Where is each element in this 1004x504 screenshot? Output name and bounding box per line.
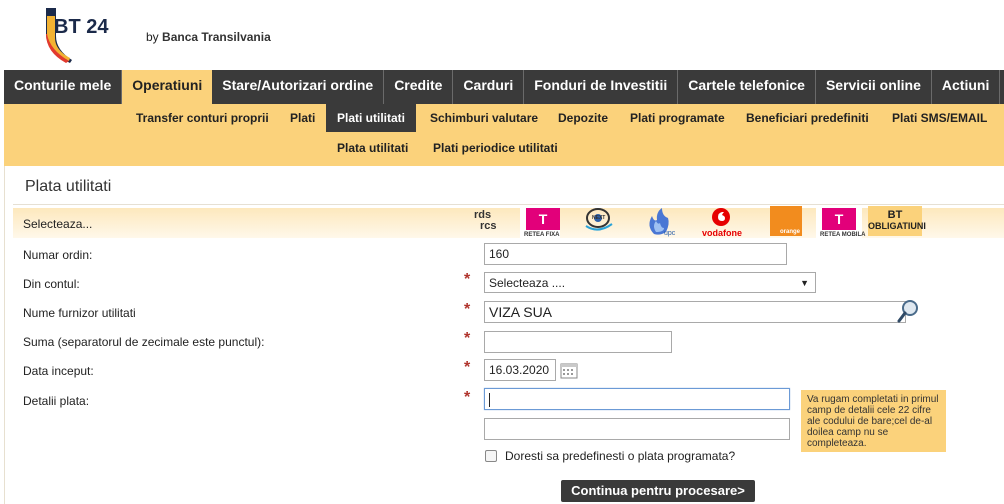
sub-sub-nav-row: Plata utilitati Plati periodice utilitat…: [4, 136, 1004, 160]
suma-required-mark: *: [464, 330, 471, 347]
byline-prefix: by: [146, 30, 159, 44]
nav-operatiuni[interactable]: Operatiuni: [122, 70, 213, 104]
dropdown-arrow-icon: ▼: [800, 278, 809, 288]
telekom-fixa-logo-icon[interactable]: T RETEA FIXA: [520, 206, 560, 240]
din-contul-required-mark: *: [464, 271, 471, 288]
suma-label: Suma (separatorul de zecimale este punct…: [23, 335, 265, 349]
bt-logo-line2: OBLIGATIUNI: [868, 221, 926, 231]
suma-input[interactable]: [484, 331, 672, 353]
nav-credite[interactable]: Credite: [384, 70, 454, 104]
subnav-depozite[interactable]: Depozite: [547, 104, 619, 132]
bt-logo-line1: BT: [887, 209, 903, 221]
telekom-mobila-caption: RETEA MOBILA: [820, 232, 866, 238]
detalii-plata-input-1[interactable]: [484, 388, 790, 410]
nextgen-logo-icon[interactable]: NEXT: [578, 206, 618, 240]
content-panel: Plata utilitati Selecteaza... rds rcs T …: [4, 166, 1004, 504]
subnav-transfer-conturi[interactable]: Transfer conturi proprii: [125, 104, 280, 132]
byline: by Banca Transilvania: [146, 30, 271, 44]
nextgen-caption: NEXT: [592, 215, 606, 221]
text-caret: [489, 393, 490, 407]
nextgen-eye-icon: [585, 208, 613, 231]
main-nav: Conturile mele Operatiuni Stare/Autoriza…: [4, 70, 1004, 104]
data-inceput-input[interactable]: [484, 359, 556, 381]
header: BT 24 by Banca Transilvania: [0, 0, 1004, 70]
predefined-schedule-label[interactable]: Doresti sa predefinesti o plata programa…: [505, 449, 735, 463]
search-icon[interactable]: [897, 299, 919, 325]
telekom-mobila-letter: T: [822, 208, 856, 230]
orange-logo-icon[interactable]: orange: [770, 206, 802, 236]
vodafone-speechmark-icon: [712, 208, 730, 226]
numar-ordin-input[interactable]: [484, 243, 787, 265]
nume-furnizor-label: Nume furnizor utilitati: [23, 306, 136, 320]
bt24-logo-text: BT 24: [54, 16, 109, 38]
continue-processing-button[interactable]: Continua pentru procesare>: [561, 480, 755, 502]
calendar-icon[interactable]: [560, 363, 578, 379]
upc-logo-icon[interactable]: upc: [640, 206, 680, 240]
rds-line2: rcs: [480, 220, 497, 232]
detalii-plata-input-2[interactable]: [484, 418, 790, 440]
byline-brand: Banca Transilvania: [162, 30, 271, 44]
barcode-hint-note: Va rugam completati in primul camp de de…: [801, 390, 946, 452]
vodafone-logo-icon[interactable]: vodafone: [696, 206, 746, 240]
rds-line1: rds: [474, 209, 492, 221]
din-contul-select-value: Selecteaza ....: [489, 276, 566, 290]
subnav-beneficiari-predefiniti[interactable]: Beneficiari predefiniti: [735, 104, 880, 132]
upc-caption: upc: [664, 230, 676, 237]
sub-nav-row: Transfer conturi proprii Plati Plati uti…: [4, 104, 1004, 132]
subnav-schimburi-valutare[interactable]: Schimburi valutare: [419, 104, 549, 132]
telekom-mobila-logo-icon[interactable]: T RETEA MOBILA: [816, 206, 866, 240]
subnav-plati-utilitati[interactable]: Plati utilitati: [326, 104, 417, 132]
title-divider: [13, 204, 1004, 205]
nav-actiuni[interactable]: Actiuni: [932, 70, 1001, 104]
detalii-plata-required-mark: *: [464, 389, 471, 406]
telekom-fixa-letter: T: [526, 208, 560, 230]
nume-furnizor-input[interactable]: [484, 301, 906, 323]
nav-servicii-online[interactable]: Servicii online: [816, 70, 932, 104]
sub-nav: Transfer conturi proprii Plati Plati uti…: [4, 104, 1004, 166]
nav-stare-autorizari[interactable]: Stare/Autorizari ordine: [212, 70, 385, 104]
data-inceput-label: Data inceput:: [23, 364, 94, 378]
predefined-schedule-checkbox[interactable]: [485, 450, 497, 462]
nav-cartele-telefonice[interactable]: Cartele telefonice: [678, 70, 816, 104]
subnav-plati[interactable]: Plati: [279, 104, 326, 132]
nume-furnizor-required-mark: *: [464, 301, 471, 318]
bt-obligatiuni-logo-icon[interactable]: BT OBLIGATIUNI: [868, 206, 926, 236]
page-title: Plata utilitati: [25, 178, 112, 195]
nav-fonduri-investitii[interactable]: Fonduri de Investitii: [524, 70, 679, 104]
subnav2-plata-utilitati[interactable]: Plata utilitati: [337, 136, 408, 160]
data-inceput-required-mark: *: [464, 359, 471, 376]
nav-conturile-mele[interactable]: Conturile mele: [4, 70, 123, 104]
subnav-plati-sms-email[interactable]: Plati SMS/EMAIL: [881, 104, 998, 132]
telekom-fixa-caption: RETEA FIXA: [524, 232, 560, 238]
din-contul-select[interactable]: Selecteaza .... ▼: [484, 272, 816, 293]
provider-logos: rds rcs T RETEA FIXA NEXT upc vodafone o…: [472, 206, 932, 242]
vodafone-caption: vodafone: [702, 228, 743, 238]
subnav-plati-programate[interactable]: Plati programate: [619, 104, 736, 132]
nav-carduri[interactable]: Carduri: [453, 70, 525, 104]
subnav2-plati-periodice[interactable]: Plati periodice utilitati: [433, 136, 558, 160]
numar-ordin-label: Numar ordin:: [23, 248, 93, 262]
select-provider-label: Selecteaza...: [23, 217, 93, 231]
orange-caption: orange: [779, 229, 800, 235]
detalii-plata-label: Detalii plata:: [23, 394, 90, 408]
rds-rcs-logo-icon[interactable]: rds rcs: [472, 206, 512, 240]
din-contul-label: Din contul:: [23, 277, 80, 291]
